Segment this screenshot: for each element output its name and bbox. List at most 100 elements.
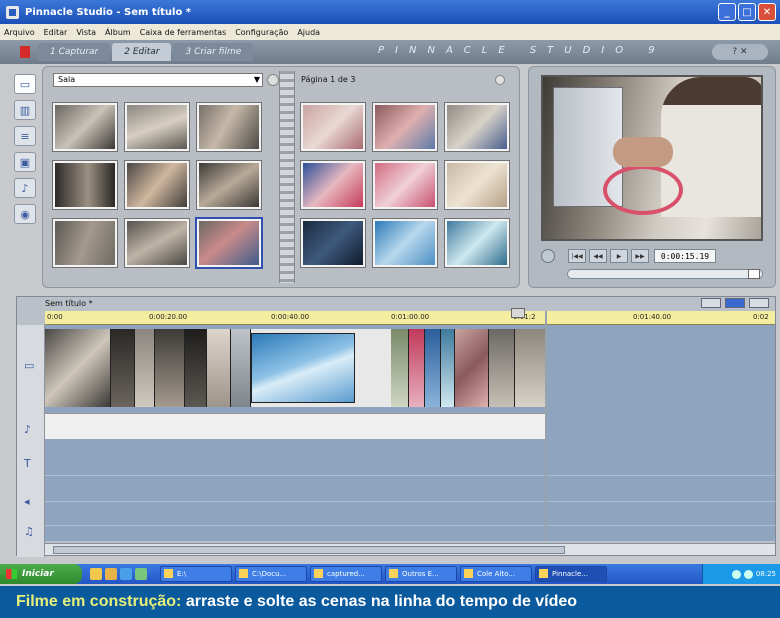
timeline-scrollbar[interactable]: [45, 543, 775, 555]
scene-thumbnail[interactable]: [52, 102, 118, 152]
tab-capturar[interactable]: 1 Capturar: [38, 43, 111, 61]
timeline-view-icon[interactable]: [725, 298, 745, 308]
menu-vista[interactable]: Vista: [76, 28, 96, 37]
fast-forward-icon[interactable]: ▶▶: [631, 249, 649, 263]
scene-thumbnail[interactable]: [444, 160, 510, 210]
taskbar-item[interactable]: Cole Alto...: [460, 566, 532, 582]
rewind-icon[interactable]: ◀◀: [589, 249, 607, 263]
help-button[interactable]: ? ✕: [712, 44, 768, 60]
titles-tab-icon[interactable]: ≡: [14, 126, 36, 146]
minimize-button[interactable]: _: [718, 3, 736, 21]
title-track-icon[interactable]: T: [24, 457, 31, 470]
video-track-icon[interactable]: ▭: [24, 359, 34, 372]
scene-thumbnail[interactable]: [196, 160, 262, 210]
audio-track-icon[interactable]: ♪: [24, 423, 31, 436]
scene-thumbnail[interactable]: [372, 160, 438, 210]
tray-icon[interactable]: [731, 569, 741, 579]
menu-configuracao[interactable]: Configuração: [235, 28, 288, 37]
music-tab-icon[interactable]: ◉: [14, 204, 36, 224]
timeline-clip[interactable]: [135, 329, 155, 407]
music-track-icon[interactable]: ♫: [24, 525, 34, 538]
taskbar-item[interactable]: C:\Docu...: [235, 566, 307, 582]
playhead-line: [545, 311, 547, 541]
scene-thumbnail[interactable]: [300, 160, 366, 210]
scene-thumbnail-selected[interactable]: [195, 217, 263, 269]
close-button[interactable]: ✕: [758, 3, 776, 21]
scene-thumbnail[interactable]: [300, 102, 366, 152]
still-images-tab-icon[interactable]: ▣: [14, 152, 36, 172]
storyboard-view-icon[interactable]: [701, 298, 721, 308]
scene-thumbnail[interactable]: [124, 102, 190, 152]
scene-thumbnail[interactable]: [372, 218, 438, 268]
refresh-icon[interactable]: [267, 74, 279, 86]
timeline-clip[interactable]: [207, 329, 231, 407]
caption-text: arraste e solte as cenas na linha do tem…: [181, 593, 578, 610]
audio-track[interactable]: [45, 413, 546, 439]
timeline-clip[interactable]: [111, 329, 135, 407]
play-icon[interactable]: ▶: [610, 249, 628, 263]
timeline-clip[interactable]: [489, 329, 515, 407]
maximize-button[interactable]: □: [738, 3, 756, 21]
tab-editar[interactable]: 2 Editar: [112, 43, 172, 61]
menu-album[interactable]: Álbum: [105, 28, 131, 37]
sound-effects-tab-icon[interactable]: ♪: [14, 178, 36, 198]
menu-ajuda[interactable]: Ajuda: [297, 28, 320, 37]
taskbar-item-active[interactable]: Pinnacle...: [535, 566, 607, 582]
scene-thumbnail[interactable]: [444, 218, 510, 268]
next-page-icon[interactable]: [495, 75, 505, 85]
album-right-page: Página 1 de 3: [300, 73, 511, 268]
time-ruler[interactable]: 0:00 0:00:20.00 0:00:40.00 0:01:00.00 0:…: [45, 311, 775, 325]
menu-editar[interactable]: Editar: [44, 28, 68, 37]
source-select[interactable]: Sala ▼: [53, 73, 263, 87]
go-to-start-icon[interactable]: |◀◀: [568, 249, 586, 263]
folder-icon[interactable]: [90, 568, 102, 580]
text-view-icon[interactable]: [749, 298, 769, 308]
scene-thumbnail[interactable]: [52, 218, 118, 268]
scene-thumbnail[interactable]: [52, 160, 118, 210]
folder-icon[interactable]: [105, 568, 117, 580]
scene-thumbnail[interactable]: [300, 218, 366, 268]
timeline-clip[interactable]: [515, 329, 546, 407]
scene-thumbnail[interactable]: [372, 102, 438, 152]
scene-grid-left: [52, 102, 277, 269]
taskbar-item[interactable]: captured...: [310, 566, 382, 582]
eject-icon[interactable]: [541, 249, 555, 263]
scene-thumbnail[interactable]: [444, 102, 510, 152]
timeline-clip[interactable]: [425, 329, 441, 407]
timeline-clip[interactable]: [455, 329, 489, 407]
timeline-clip[interactable]: [45, 329, 111, 407]
timeline-clip[interactable]: [409, 329, 425, 407]
transitions-tab-icon[interactable]: ▥: [14, 100, 36, 120]
mode-bar: 1 Capturar 2 Editar 3 Criar filme PINNAC…: [0, 40, 780, 64]
timeline-clip-screen[interactable]: [251, 333, 355, 403]
timeline-clip[interactable]: [155, 329, 185, 407]
menu-arquivo[interactable]: Arquivo: [4, 28, 35, 37]
timecode-display[interactable]: 0:00:15.19: [654, 249, 716, 263]
timeline-scrollbar-thumb[interactable]: [53, 546, 565, 554]
ruler-mark: 0:00: [47, 313, 63, 321]
undo-icon[interactable]: [20, 46, 30, 58]
menu-caixa-ferramentas[interactable]: Caixa de ferramentas: [140, 28, 227, 37]
playhead-handle[interactable]: [511, 308, 525, 318]
tab-criar-filme[interactable]: 3 Criar filme: [173, 43, 254, 61]
browser-icon[interactable]: [120, 568, 132, 580]
video-scenes-tab-icon[interactable]: ▭: [14, 74, 36, 94]
timeline-clip[interactable]: [441, 329, 455, 407]
scrubber-handle[interactable]: [748, 269, 760, 279]
scene-thumbnail[interactable]: [196, 102, 262, 152]
scene-thumbnail[interactable]: [124, 218, 190, 268]
scrubber[interactable]: [567, 269, 763, 279]
taskbar-item[interactable]: E:\: [160, 566, 232, 582]
sound-effects-track-icon[interactable]: ◂: [24, 495, 30, 508]
timeline-clip[interactable]: [391, 329, 409, 407]
start-button[interactable]: Iniciar: [0, 564, 82, 584]
timeline-clip[interactable]: [185, 329, 207, 407]
scene-thumbnail[interactable]: [124, 160, 190, 210]
tray-icon[interactable]: [743, 569, 753, 579]
taskbar-item[interactable]: Outros E...: [385, 566, 457, 582]
quick-launch: [90, 568, 147, 580]
timeline-clip[interactable]: [231, 329, 251, 407]
brand-logo: PINNACLE STUDIO 9: [378, 45, 666, 56]
video-track[interactable]: [45, 329, 546, 407]
media-icon[interactable]: [135, 568, 147, 580]
